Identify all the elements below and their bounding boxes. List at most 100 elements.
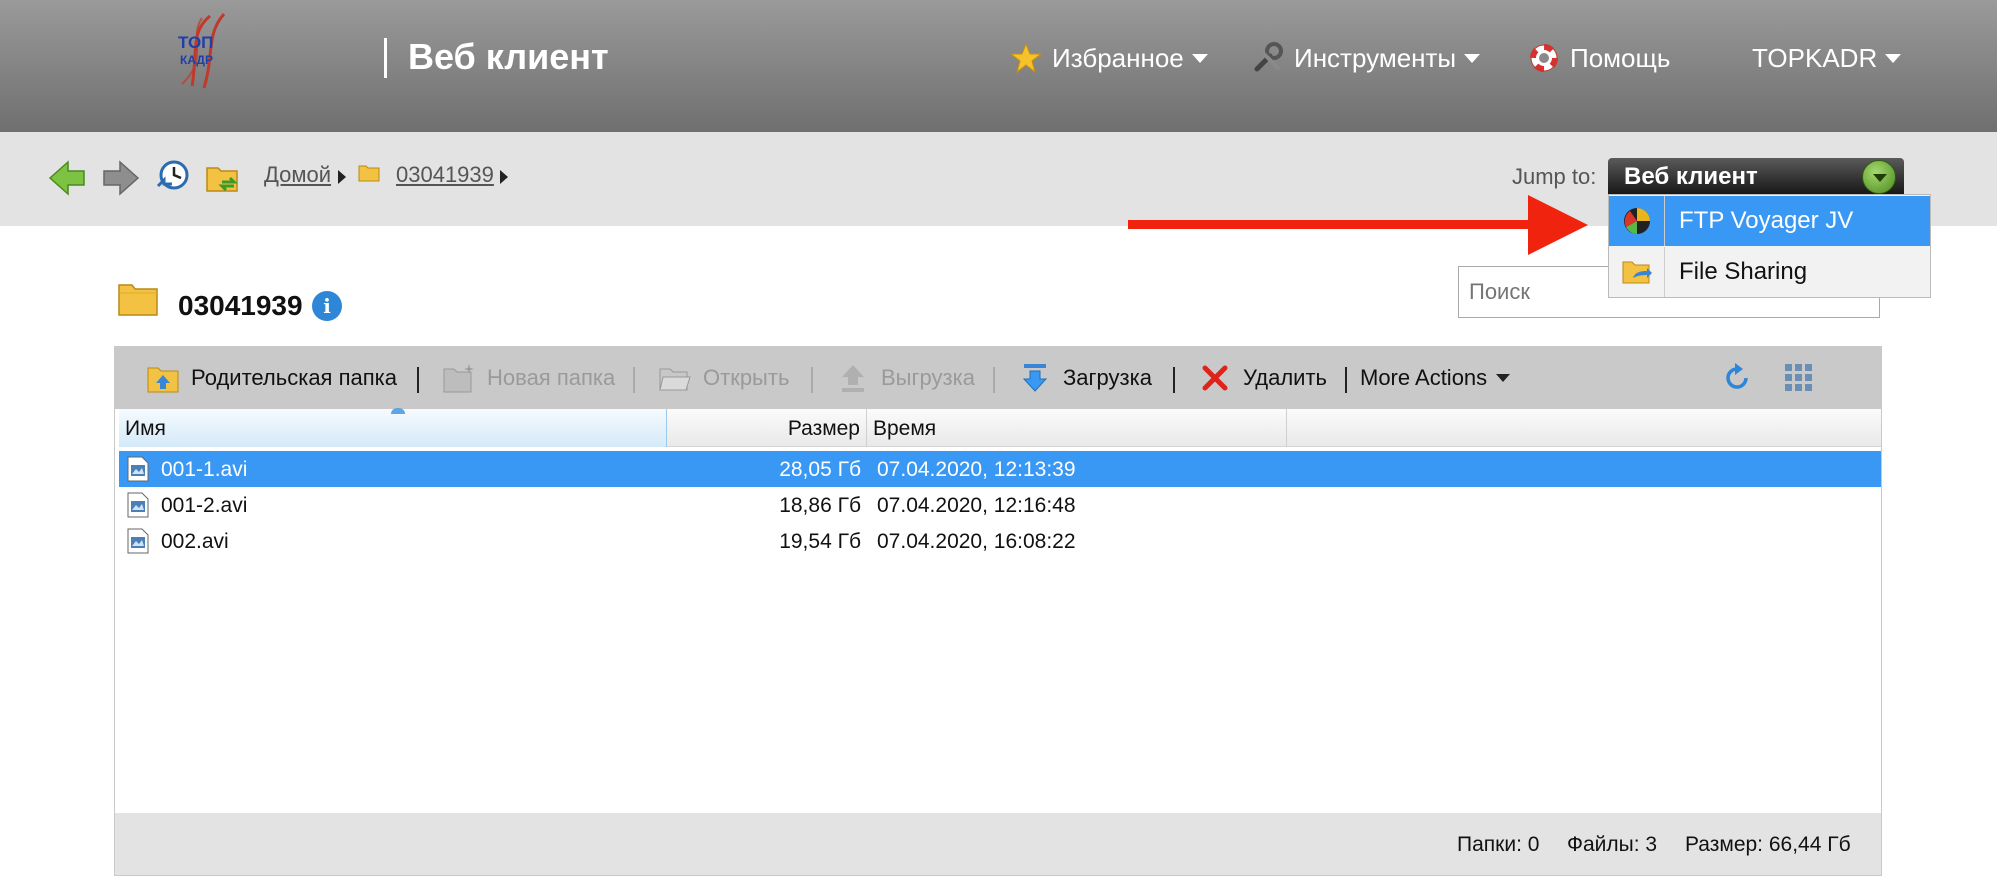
column-time-label: Время <box>873 417 937 440</box>
page-title: 03041939 <box>178 290 303 321</box>
toolbar-divider <box>1173 367 1175 393</box>
parent-folder-button[interactable]: Родительская папка <box>147 361 397 395</box>
toolbar-divider <box>1345 367 1347 393</box>
download-button[interactable]: Загрузка <box>1019 361 1152 395</box>
history-button[interactable] <box>152 158 192 198</box>
download-label: Загрузка <box>1063 365 1152 390</box>
back-button[interactable] <box>48 158 88 198</box>
chevron-down-icon <box>1496 374 1511 382</box>
jump-to-select[interactable]: Веб клиент <box>1608 158 1904 196</box>
nav-favorites-label: Избранное <box>1052 42 1184 73</box>
open-label: Открыть <box>703 365 790 390</box>
file-size: 19,54 Гб <box>779 530 861 553</box>
file-size: 18,86 Гб <box>779 494 861 517</box>
upload-icon <box>837 363 869 393</box>
folder-icon <box>118 282 158 316</box>
column-name[interactable]: Имя <box>119 408 667 447</box>
more-actions-button[interactable]: More Actions <box>1360 361 1511 395</box>
logo: ТОП КАДР <box>170 12 240 90</box>
table-row[interactable]: 001-2.avi 18,86 Гб 07.04.2020, 12:16:48 <box>119 487 1881 523</box>
toolbar-divider <box>633 367 635 393</box>
video-file-icon <box>127 492 149 518</box>
chevron-down-icon <box>1191 53 1208 63</box>
jump-to-label: Jump to: <box>1512 164 1597 189</box>
download-icon <box>1019 363 1051 393</box>
nav-tools[interactable]: Инструменты <box>1252 40 1481 76</box>
upload-button[interactable]: Выгрузка <box>837 361 975 395</box>
sort-indicator-icon <box>391 408 405 414</box>
upload-label: Выгрузка <box>881 365 975 390</box>
refresh-icon <box>1726 363 1748 389</box>
new-folder-button[interactable]: Новая папка <box>443 361 615 395</box>
table-row[interactable]: 002.avi 19,54 Гб 07.04.2020, 16:08:22 <box>119 523 1881 559</box>
folder-sync-button[interactable] <box>204 158 244 198</box>
jump-to-selected: Веб клиент <box>1624 163 1758 190</box>
more-actions-label: More Actions <box>1360 365 1488 390</box>
status-bar: Папки: 0 Файлы: 3 Размер: 66,44 Гб <box>115 813 1881 875</box>
refresh-button[interactable] <box>1721 361 1753 395</box>
status-size: Размер: 66,44 Гб <box>1685 833 1851 856</box>
user-menu[interactable]: TOPKADR <box>1752 40 1902 76</box>
file-sharing-icon <box>1609 247 1665 297</box>
grid-view-icon <box>1785 364 1812 391</box>
nav-tools-label: Инструменты <box>1294 42 1457 73</box>
jump-option-label: File Sharing <box>1679 258 1808 285</box>
jump-to-menu: FTP Voyager JV File Sharing <box>1608 194 1931 298</box>
user-name: TOPKADR <box>1752 42 1878 73</box>
file-time: 07.04.2020, 16:08:22 <box>877 530 1076 553</box>
folder-icon <box>358 164 380 182</box>
breadcrumb-home[interactable]: Домой <box>264 162 331 188</box>
status-folders: Папки: 0 <box>1457 833 1540 856</box>
history-clock-icon <box>156 160 189 190</box>
info-icon[interactable]: i <box>312 291 342 321</box>
table-header: Имя Размер Время <box>119 408 1881 447</box>
open-folder-icon <box>659 363 691 393</box>
toolbar-divider <box>417 367 419 393</box>
file-name: 001-2.avi <box>161 494 248 517</box>
star-icon <box>1009 42 1043 74</box>
column-name-label: Имя <box>125 417 166 440</box>
toolbar: Родительская папка Новая папка Открыть В… <box>115 347 1881 409</box>
file-time: 07.04.2020, 12:16:48 <box>877 494 1076 517</box>
nav-favorites[interactable]: Избранное <box>1009 40 1208 76</box>
table-row[interactable]: 001-1.avi 28,05 Гб 07.04.2020, 12:13:39 <box>119 451 1881 487</box>
jump-option-label: FTP Voyager JV <box>1679 207 1854 234</box>
file-time: 07.04.2020, 12:13:39 <box>877 458 1076 481</box>
voyager-icon <box>1609 196 1665 246</box>
breadcrumb-arrow-icon <box>338 170 346 184</box>
column-time[interactable]: Время <box>867 409 1287 447</box>
svg-text:ТОП: ТОП <box>178 33 213 52</box>
arrow-left-icon <box>48 160 85 196</box>
top-header: ТОП КАДР Веб клиент Избранное Инструмент… <box>0 0 1997 132</box>
delete-button[interactable]: Удалить <box>1199 361 1327 395</box>
jump-option-ftp-voyager[interactable]: FTP Voyager JV <box>1609 196 1930 246</box>
delete-label: Удалить <box>1243 365 1327 390</box>
video-file-icon <box>127 528 149 554</box>
jump-option-file-sharing[interactable]: File Sharing <box>1609 247 1930 297</box>
chevron-down-icon <box>1464 53 1481 63</box>
nav-help[interactable]: Помощь <box>1528 40 1670 76</box>
breadcrumb-arrow-icon <box>500 170 508 184</box>
folder-up-icon <box>147 363 179 393</box>
toolbar-divider <box>811 367 813 393</box>
folder-sync-icon <box>206 167 238 192</box>
video-file-icon <box>127 456 149 482</box>
open-button[interactable]: Открыть <box>659 361 789 395</box>
parent-folder-label: Родительская папка <box>191 365 397 390</box>
brand-separator <box>384 38 387 78</box>
status-files: Файлы: 3 <box>1567 833 1658 856</box>
chevron-down-icon[interactable] <box>1862 160 1896 194</box>
forward-button[interactable] <box>100 158 140 198</box>
file-size: 28,05 Гб <box>779 458 861 481</box>
new-folder-icon <box>443 363 475 393</box>
column-size[interactable]: Размер <box>667 409 867 447</box>
breadcrumb-folder[interactable]: 03041939 <box>396 162 494 188</box>
chevron-down-icon <box>1885 53 1902 63</box>
new-folder-label: Новая папка <box>487 365 616 390</box>
lifebuoy-icon <box>1528 42 1560 74</box>
toolbar-divider <box>993 367 995 393</box>
grid-view-button[interactable] <box>1783 361 1815 395</box>
column-size-label: Размер <box>787 417 860 440</box>
arrow-right-icon <box>103 160 140 196</box>
app-title: Веб клиент <box>408 36 609 77</box>
